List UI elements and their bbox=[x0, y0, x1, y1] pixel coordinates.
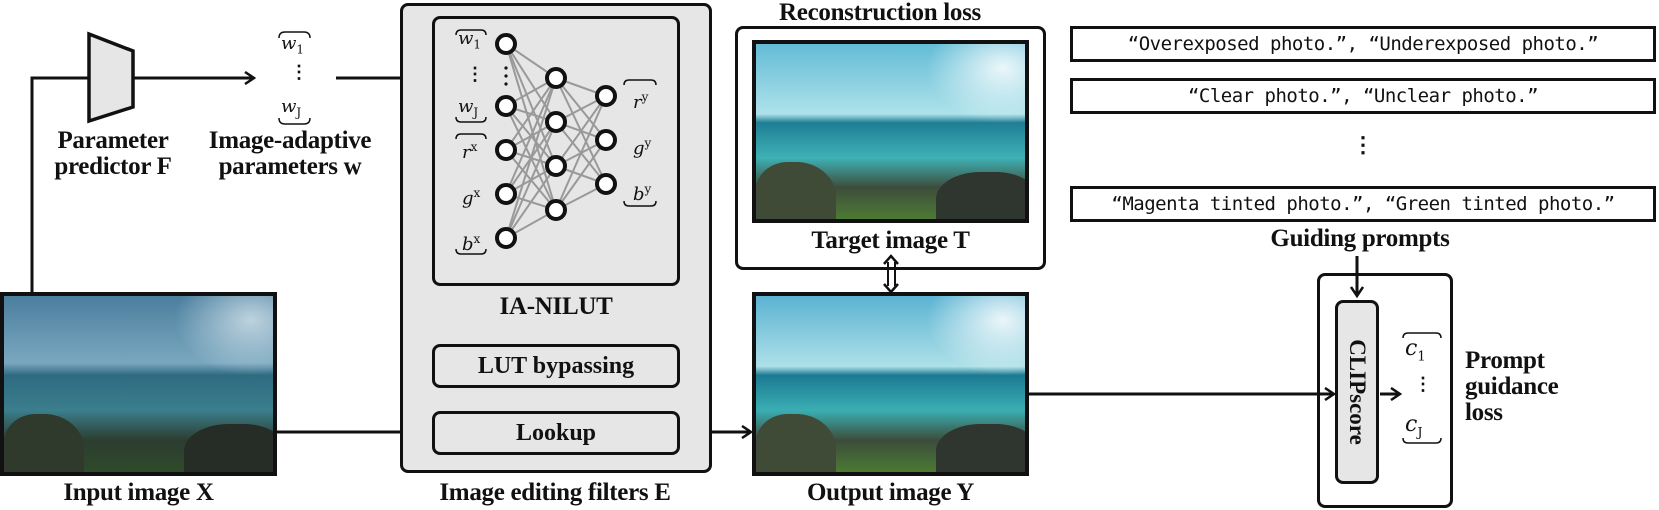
input-node bbox=[495, 139, 517, 161]
input-image-rock-right bbox=[184, 424, 273, 472]
prompt-guidance-loss-line1: Prompt bbox=[1465, 347, 1545, 374]
net-bx-label: bx bbox=[462, 232, 481, 255]
input-image-rock-left bbox=[4, 414, 84, 472]
prompts-ellipsis: ⋮ bbox=[1352, 132, 1374, 157]
output-image-rock-left bbox=[756, 414, 836, 472]
image-adaptive-params-label: Image-adaptive parameters w bbox=[190, 128, 390, 180]
lookup-box: Lookup bbox=[432, 411, 680, 455]
output-image bbox=[752, 292, 1029, 476]
target-image-clouds bbox=[926, 44, 1025, 124]
net-by-label: by bbox=[633, 182, 652, 205]
prompt-box-clarity: “Clear photo.”, “Unclear photo.” bbox=[1070, 78, 1656, 114]
input-node bbox=[495, 183, 517, 205]
prompt-guidance-loss-line3: loss bbox=[1465, 399, 1503, 426]
input-node bbox=[495, 95, 517, 117]
image-editing-filters-label: Image editing filters E bbox=[439, 479, 671, 506]
clipscore-box: CLIPscore bbox=[1335, 300, 1379, 484]
target-image bbox=[752, 40, 1029, 223]
target-image-rock-left bbox=[756, 162, 836, 219]
image-adaptive-params-line1: Image-adaptive bbox=[208, 127, 372, 154]
output-node bbox=[595, 85, 617, 107]
ia-nilut-label: IA-NILUT bbox=[499, 293, 613, 320]
reconstruction-loss-label: Reconstruction loss bbox=[779, 0, 981, 26]
input-node bbox=[495, 227, 517, 249]
brace-net-out-top bbox=[623, 79, 657, 86]
output-image-rock-right bbox=[936, 424, 1025, 472]
prompt-guidance-loss-label: Prompt guidance loss bbox=[1465, 347, 1559, 426]
param-vdots: ⋮ bbox=[290, 62, 308, 83]
prompt-box-tint: “Magenta tinted photo.”, “Green tinted p… bbox=[1070, 186, 1656, 222]
parameter-predictor-shape bbox=[87, 31, 135, 124]
target-image-rock-right bbox=[936, 172, 1025, 219]
param-w1: w1 bbox=[281, 33, 305, 57]
parameter-predictor-label: Parameter predictor F bbox=[28, 128, 198, 180]
output-image-label: Output image Y bbox=[806, 479, 975, 506]
input-image-label: Input image X bbox=[63, 479, 214, 506]
hidden-node bbox=[545, 199, 567, 221]
input-node bbox=[495, 33, 517, 55]
parameter-predictor-line1: Parameter bbox=[57, 127, 169, 154]
output-node bbox=[595, 173, 617, 195]
net-rx-label: rx bbox=[462, 140, 478, 163]
input-image bbox=[0, 292, 277, 476]
parameter-predictor-line2: predictor F bbox=[54, 153, 172, 180]
net-gx-label: gx bbox=[462, 186, 481, 209]
output-image-clouds bbox=[926, 296, 1025, 376]
net-w1-label: w1 bbox=[458, 28, 482, 52]
network-edge bbox=[555, 95, 607, 211]
net-ry-label: ry bbox=[633, 90, 649, 113]
c-braces bbox=[1402, 332, 1442, 444]
lut-bypassing-box: LUT bypassing bbox=[432, 344, 680, 388]
param-wJ: wJ bbox=[281, 96, 302, 120]
clipscore-label: CLIPscore bbox=[1345, 339, 1370, 445]
prompt-box-exposure: “Overexposed photo.”, “Underexposed phot… bbox=[1070, 26, 1656, 62]
network-vdots bbox=[504, 74, 508, 78]
guiding-prompts-label: Guiding prompts bbox=[1270, 225, 1450, 252]
net-wJ-label: wJ bbox=[458, 96, 479, 120]
output-node bbox=[595, 129, 617, 151]
input-image-clouds bbox=[174, 296, 273, 376]
hidden-node bbox=[545, 155, 567, 177]
image-adaptive-params-line2: parameters w bbox=[218, 153, 362, 180]
hidden-node bbox=[545, 111, 567, 133]
network-vdots bbox=[504, 82, 508, 86]
prompt-guidance-loss-line2: guidance bbox=[1465, 373, 1559, 400]
net-gy-label: gy bbox=[633, 136, 652, 159]
brace-net-rgb-top bbox=[455, 133, 487, 140]
hidden-node bbox=[545, 67, 567, 89]
net-vdots-label: ⋮ bbox=[466, 64, 484, 85]
target-image-label: Target image T bbox=[811, 227, 970, 254]
input-to-predictor-wire bbox=[30, 76, 90, 293]
network-vdots bbox=[504, 66, 508, 70]
